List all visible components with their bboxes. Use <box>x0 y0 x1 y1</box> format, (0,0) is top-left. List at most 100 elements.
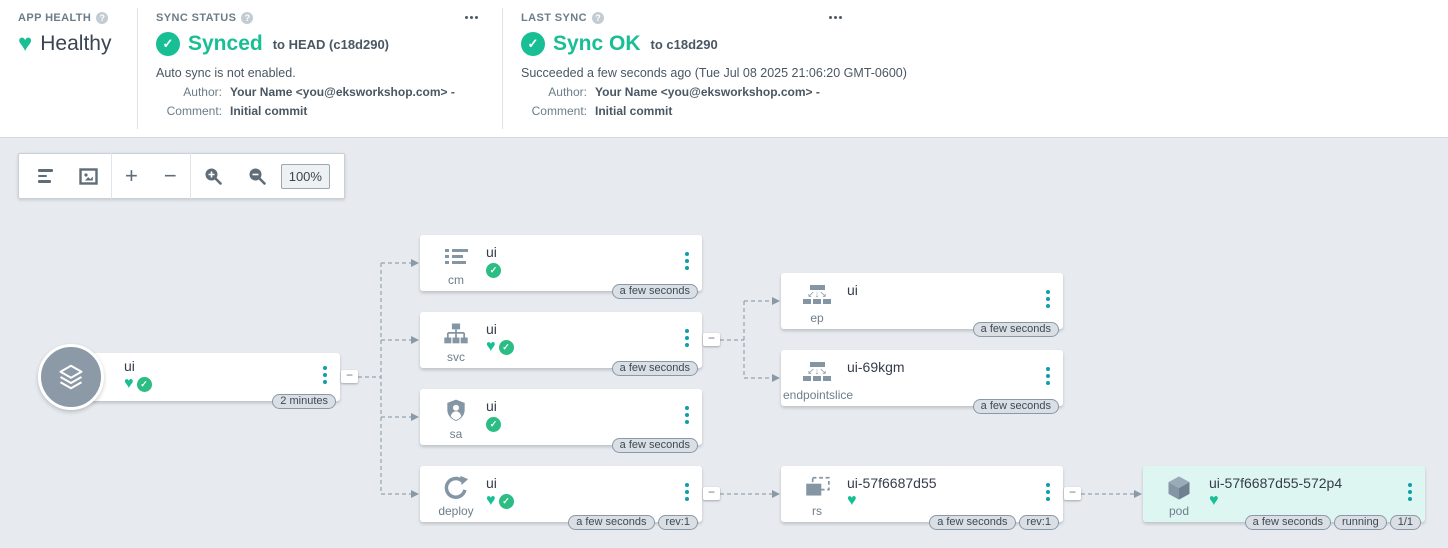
last-sync-revision: to c18d290 <box>651 37 718 52</box>
last-sync-menu-icon[interactable] <box>829 16 842 19</box>
help-icon[interactable]: ? <box>592 12 604 24</box>
author-label: Author: <box>521 85 587 99</box>
synced-check-icon: ✓ <box>499 494 514 509</box>
application-icon[interactable] <box>38 344 104 410</box>
age-badge: a few seconds <box>973 322 1059 337</box>
magnifier-zoom-in-icon[interactable] <box>191 153 235 199</box>
age-badge: a few seconds <box>973 399 1059 414</box>
rev-badge: rev:1 <box>658 515 698 530</box>
zoom-in-plus-button[interactable]: + <box>112 153 151 199</box>
node-kind: rs <box>793 504 841 518</box>
synced-check-icon: ✓ <box>499 340 514 355</box>
node-name: ui <box>486 321 514 337</box>
age-badge: a few seconds <box>612 438 698 453</box>
node-kind: ep <box>793 311 841 325</box>
zoom-level-input[interactable]: 100% <box>281 164 330 189</box>
healthy-heart-icon: ♥ <box>486 340 496 355</box>
healthy-heart-icon: ♥ <box>18 33 32 55</box>
node-menu-icon[interactable] <box>683 481 691 503</box>
node-name: ui <box>486 475 514 491</box>
collapse-handle[interactable]: − <box>703 333 720 346</box>
node-name: ui-69kgm <box>847 359 905 375</box>
node-menu-icon[interactable] <box>1406 481 1414 503</box>
node-configmap-ui[interactable]: cm ui ✓ a few seconds <box>420 235 702 291</box>
age-badge: a few seconds <box>568 515 654 530</box>
node-kind: svc <box>432 350 480 364</box>
sync-revision: to HEAD (c18d290) <box>273 37 389 52</box>
node-name: ui <box>847 282 858 298</box>
age-badge: a few seconds <box>1245 515 1331 530</box>
age-badge: a few seconds <box>612 284 698 299</box>
service-icon <box>432 317 480 350</box>
last-sync-value[interactable]: Sync OK <box>553 32 641 56</box>
comment-label: Comment: <box>156 104 222 118</box>
synced-check-icon: ✓ <box>137 377 152 392</box>
pod-icon <box>1155 471 1203 504</box>
node-menu-icon[interactable] <box>1044 481 1052 503</box>
last-sync-label: LAST SYNC <box>521 12 587 24</box>
collapse-handle[interactable]: − <box>703 487 720 500</box>
author-label: Author: <box>156 85 222 99</box>
sync-status-value[interactable]: Synced <box>188 32 263 56</box>
ready-badge: 1/1 <box>1390 515 1421 530</box>
node-service-ui[interactable]: svc ui ♥ ✓ a few seconds <box>420 312 702 368</box>
last-sync-panel: LAST SYNC ? ✓ Sync OK to c18d290 Succeed… <box>503 0 1448 137</box>
deployment-icon <box>432 471 480 504</box>
serviceaccount-icon <box>432 394 480 427</box>
app-health-value: Healthy <box>40 32 111 56</box>
healthy-heart-icon: ♥ <box>486 494 496 509</box>
node-kind: endpointslice <box>783 388 831 402</box>
sync-ok-check-icon: ✓ <box>521 32 545 56</box>
magnifier-zoom-out-icon[interactable] <box>235 153 279 199</box>
age-badge: a few seconds <box>929 515 1015 530</box>
layout-list-icon[interactable] <box>25 153 66 199</box>
comment-value: Initial commit <box>230 104 307 118</box>
node-endpoints-ui[interactable]: ↙↓↘ ep ui a few seconds <box>781 273 1063 329</box>
author-value: Your Name <you@eksworkshop.com> - <box>230 85 455 99</box>
synced-check-icon: ✓ <box>486 417 501 432</box>
node-kind: cm <box>432 273 480 287</box>
node-name: ui <box>124 358 152 374</box>
node-kind: deploy <box>432 504 480 518</box>
last-sync-note: Succeeded a few seconds ago (Tue Jul 08 … <box>521 66 1448 80</box>
configmap-icon <box>432 240 480 273</box>
graph-toolbar: + − 100% <box>18 153 345 199</box>
node-menu-icon[interactable] <box>683 404 691 426</box>
node-name: ui-57f6687d55-572p4 <box>1209 475 1342 491</box>
node-kind: sa <box>432 427 480 441</box>
zoom-out-minus-button[interactable]: − <box>151 153 190 199</box>
sync-status-menu-icon[interactable] <box>465 16 478 19</box>
endpointslice-icon: ↙↓↘ <box>793 355 841 388</box>
synced-check-icon: ✓ <box>486 263 501 278</box>
sync-status-label: SYNC STATUS <box>156 12 236 24</box>
app-health-label: APP HEALTH <box>18 12 91 24</box>
app-health-panel: APP HEALTH ? ♥ Healthy <box>0 0 137 137</box>
help-icon[interactable]: ? <box>241 12 253 24</box>
node-menu-icon[interactable] <box>683 250 691 272</box>
fit-to-screen-icon[interactable] <box>66 153 111 199</box>
node-name: ui <box>486 398 501 414</box>
resource-tree: + − 100% ui ♥ ✓ <box>0 137 1448 548</box>
node-deployment-ui[interactable]: deploy ui ♥ ✓ a few seconds rev:1 <box>420 466 702 522</box>
auto-sync-note: Auto sync is not enabled. <box>156 66 502 80</box>
comment-label: Comment: <box>521 104 587 118</box>
collapse-handle[interactable]: − <box>1064 487 1081 500</box>
node-menu-icon[interactable] <box>1044 288 1052 310</box>
node-menu-icon[interactable] <box>683 327 691 349</box>
node-endpointslice-ui-69kgm[interactable]: ↙↓↘ endpointslice ui-69kgm a few seconds <box>781 350 1063 406</box>
status-badge: running <box>1334 515 1387 530</box>
help-icon[interactable]: ? <box>96 12 108 24</box>
age-badge: 2 minutes <box>272 394 336 409</box>
node-menu-icon[interactable] <box>321 364 329 386</box>
node-application-ui[interactable]: ui ♥ ✓ 2 minutes <box>64 353 340 401</box>
node-menu-icon[interactable] <box>1044 365 1052 387</box>
healthy-heart-icon: ♥ <box>1209 494 1219 509</box>
rev-badge: rev:1 <box>1019 515 1059 530</box>
node-serviceaccount-ui[interactable]: sa ui ✓ a few seconds <box>420 389 702 445</box>
node-name: ui <box>486 244 501 260</box>
collapse-handle[interactable]: − <box>341 370 358 383</box>
node-replicaset-ui-57f6687d55[interactable]: rs ui-57f6687d55 ♥ a few seconds rev:1 <box>781 466 1063 522</box>
healthy-heart-icon: ♥ <box>124 377 134 392</box>
comment-value: Initial commit <box>595 104 672 118</box>
node-pod-ui-57f6687d55-572p4[interactable]: pod ui-57f6687d55-572p4 ♥ a few seconds … <box>1143 466 1425 522</box>
